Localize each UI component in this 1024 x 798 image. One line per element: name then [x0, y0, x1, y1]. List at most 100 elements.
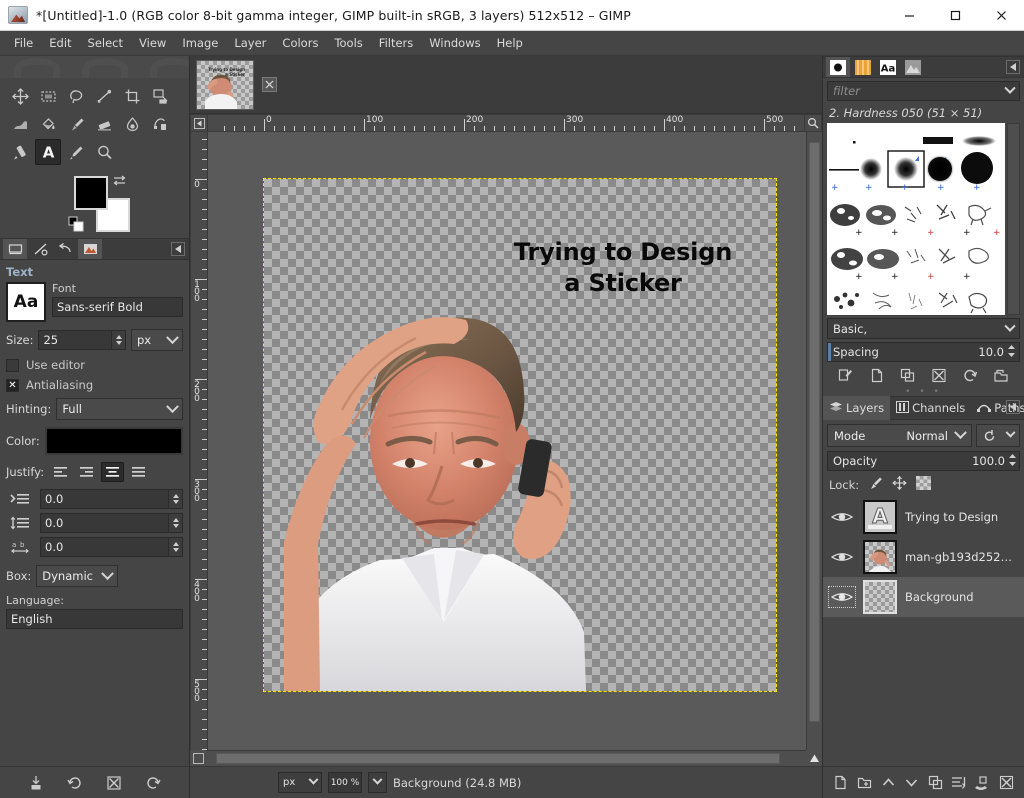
- brushes-tab[interactable]: [826, 57, 850, 77]
- menu-item-file[interactable]: File: [6, 33, 41, 53]
- menu-item-image[interactable]: Image: [174, 33, 226, 53]
- lock-position-button[interactable]: [892, 476, 907, 493]
- brush-spacing-slider[interactable]: Spacing 10.0: [827, 342, 1020, 362]
- layer-opacity-slider[interactable]: Opacity 100.0: [827, 451, 1020, 471]
- swap-colors-icon[interactable]: [112, 174, 129, 194]
- document-history-tab[interactable]: [901, 57, 925, 77]
- letter-spacing-stepper[interactable]: 0.0: [40, 537, 183, 557]
- box-combo[interactable]: Dynamic: [36, 565, 118, 587]
- text-color-button[interactable]: [45, 427, 183, 455]
- layer-mode-combo[interactable]: Mode Normal: [827, 424, 972, 447]
- brush-grid-scrollbar[interactable]: [1007, 123, 1020, 315]
- antialiasing-checkbox[interactable]: ✕: [6, 379, 19, 392]
- reset-tool-options-button[interactable]: [142, 772, 164, 794]
- move-tool[interactable]: [7, 83, 33, 109]
- menu-item-edit[interactable]: Edit: [41, 33, 79, 53]
- gradient-tool[interactable]: [7, 111, 33, 137]
- justify-left-button[interactable]: [49, 462, 72, 482]
- clone-tool[interactable]: [147, 111, 173, 137]
- vertical-ruler[interactable]: 0100200300400500: [190, 132, 208, 750]
- measure-tool[interactable]: [7, 139, 33, 165]
- bucket-fill-tool[interactable]: [35, 111, 61, 137]
- indentation-input[interactable]: 0.0: [40, 489, 168, 509]
- eraser-tool[interactable]: [91, 111, 117, 137]
- line-spacing-spin-buttons[interactable]: [168, 513, 183, 533]
- delete-layer-button[interactable]: [995, 772, 1017, 794]
- use-editor-checkbox[interactable]: [6, 359, 19, 372]
- menu-item-windows[interactable]: Windows: [421, 33, 488, 53]
- canvas-vertical-scrollbar[interactable]: [806, 132, 822, 750]
- lower-layer-button[interactable]: [901, 772, 923, 794]
- text-tool[interactable]: A: [35, 139, 61, 165]
- layer-row-text[interactable]: A Trying to Design: [823, 497, 1024, 537]
- zoom-image-button[interactable]: [804, 114, 822, 132]
- delete-tool-preset-button[interactable]: [103, 772, 125, 794]
- lock-alpha-button[interactable]: [916, 476, 931, 493]
- size-stepper[interactable]: 25: [38, 330, 126, 350]
- new-layer-button[interactable]: [830, 772, 852, 794]
- zoom-tool[interactable]: [91, 139, 117, 165]
- duplicate-layer-button[interactable]: [924, 772, 946, 794]
- edit-brush-button[interactable]: [835, 364, 857, 386]
- justify-center-button[interactable]: [101, 462, 124, 482]
- layers-dock-menu-button[interactable]: [1006, 400, 1020, 414]
- free-select-tool[interactable]: [63, 83, 89, 109]
- line-spacing-input[interactable]: 0.0: [40, 513, 168, 533]
- layer-row-background[interactable]: Background: [823, 577, 1024, 617]
- spacing-stepper-icon[interactable]: [1007, 344, 1016, 361]
- color-picker-tool[interactable]: [63, 139, 89, 165]
- layer-composite-mode-button[interactable]: [976, 424, 1020, 447]
- justify-right-button[interactable]: [75, 462, 98, 482]
- layer-thumbnail-background[interactable]: [863, 580, 897, 614]
- quick-mask-toggle[interactable]: [190, 750, 206, 766]
- menu-item-layer[interactable]: Layer: [226, 33, 274, 53]
- smudge-tool[interactable]: [119, 111, 145, 137]
- delete-brush-button[interactable]: [928, 364, 950, 386]
- antialiasing-row[interactable]: ✕ Antialiasing: [6, 378, 183, 392]
- merge-layer-button[interactable]: [948, 772, 970, 794]
- size-unit-combo[interactable]: px: [131, 329, 183, 351]
- letter-spacing-input[interactable]: 0.0: [40, 537, 168, 557]
- crop-tool[interactable]: [119, 83, 145, 109]
- menu-item-help[interactable]: Help: [489, 33, 531, 53]
- use-editor-row[interactable]: Use editor: [6, 358, 183, 372]
- language-input[interactable]: English: [6, 609, 183, 629]
- image-canvas[interactable]: Trying to Design a Sticker: [264, 179, 776, 691]
- fonts-tab[interactable]: Aa: [876, 57, 900, 77]
- justify-fill-button[interactable]: [127, 462, 150, 482]
- foreground-color-swatch[interactable]: [74, 176, 108, 210]
- rectangle-select-tool[interactable]: [35, 83, 61, 109]
- image-canvas-area[interactable]: Trying to Design a Sticker: [208, 132, 806, 750]
- menu-corner-button[interactable]: [190, 114, 208, 132]
- raise-layer-button[interactable]: [877, 772, 899, 794]
- dock-menu-button[interactable]: [171, 242, 185, 256]
- menu-item-tools[interactable]: Tools: [326, 33, 370, 53]
- brush-grid[interactable]: ++ +++++: [827, 123, 1005, 315]
- menu-item-select[interactable]: Select: [80, 33, 131, 53]
- layer-row-photo[interactable]: man-gb193d252…: [823, 537, 1024, 577]
- horizontal-scroll-thumb[interactable]: [216, 753, 780, 764]
- font-input[interactable]: Sans-serif Bold: [52, 297, 183, 317]
- menu-item-colors[interactable]: Colors: [274, 33, 326, 53]
- duplicate-brush-button[interactable]: [897, 364, 919, 386]
- image-tab-untitled[interactable]: Trying to Design a Sticker: [196, 60, 254, 110]
- font-preview[interactable]: Aa: [6, 282, 46, 322]
- maximize-button[interactable]: [932, 0, 978, 31]
- paintbrush-tool[interactable]: [63, 111, 89, 137]
- brushes-dock-menu-button[interactable]: [1006, 60, 1020, 74]
- layer-visibility-toggle[interactable]: [829, 547, 855, 567]
- layer-thumbnail-text[interactable]: A: [863, 500, 897, 534]
- canvas-horizontal-scrollbar[interactable]: [206, 750, 806, 766]
- open-brush-as-image-button[interactable]: [990, 364, 1012, 386]
- layer-visibility-toggle[interactable]: [829, 587, 855, 607]
- horizontal-ruler[interactable]: 0100200300400500: [208, 114, 804, 132]
- statusbar-zoom-combo[interactable]: [368, 772, 387, 793]
- close-image-tab-button[interactable]: [262, 77, 277, 92]
- opacity-stepper-icon[interactable]: [1008, 453, 1017, 470]
- brush-tag-combo[interactable]: Basic,: [827, 318, 1020, 339]
- menu-item-filters[interactable]: Filters: [371, 33, 421, 53]
- size-input[interactable]: 25: [38, 330, 111, 350]
- size-spin-buttons[interactable]: [111, 330, 126, 350]
- device-status-tab[interactable]: [28, 239, 52, 259]
- refresh-brushes-button[interactable]: [959, 364, 981, 386]
